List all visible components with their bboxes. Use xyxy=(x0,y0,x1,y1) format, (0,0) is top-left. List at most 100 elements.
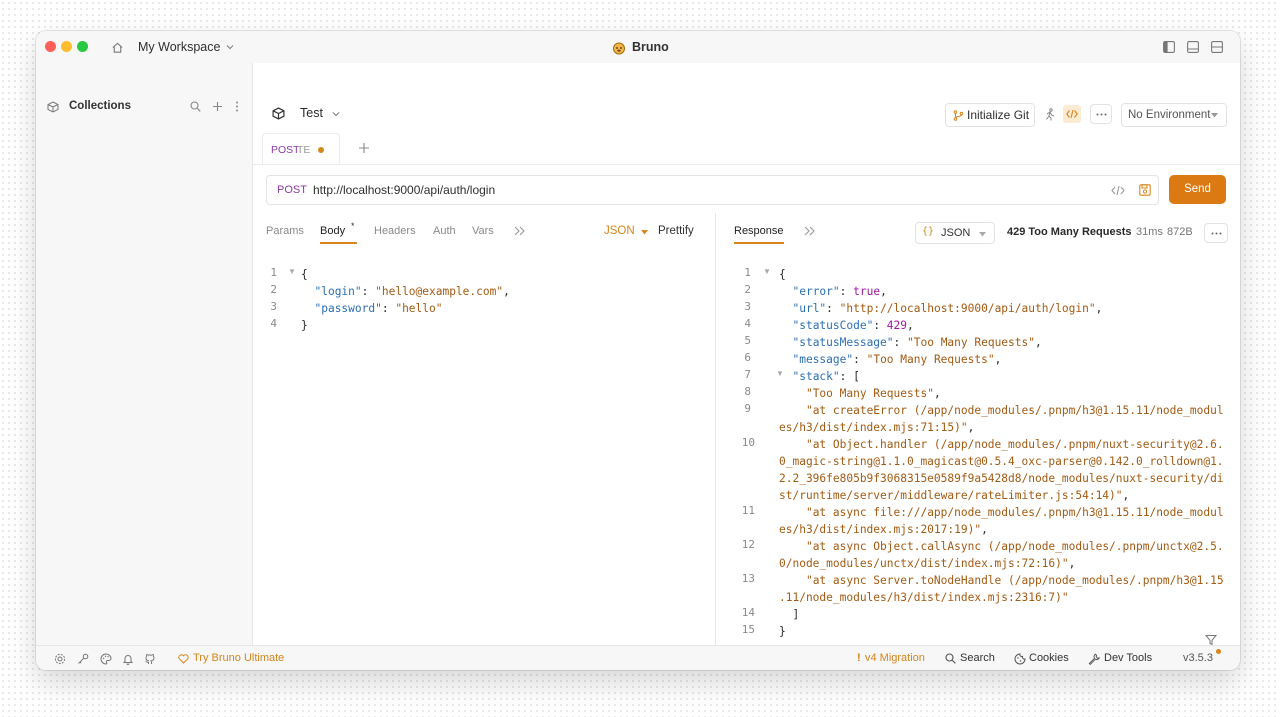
response-size: 872B xyxy=(1167,226,1193,238)
tab-vars[interactable]: Vars xyxy=(472,225,494,237)
search-button[interactable]: Search xyxy=(960,652,995,664)
tab-response[interactable]: Response xyxy=(734,225,784,237)
save-icon[interactable] xyxy=(1138,183,1152,197)
code-line: "error": true, xyxy=(792,285,887,298)
workspace-name[interactable]: My Workspace xyxy=(138,40,220,54)
layout-split-icon[interactable] xyxy=(1210,40,1224,54)
fold-arrow-icon[interactable]: ▼ xyxy=(288,267,296,276)
request-body-editor[interactable]: 1 2 3 4 ▼ { "login": "hello@example.com"… xyxy=(253,266,713,356)
send-label: Send xyxy=(1184,183,1211,195)
environment-select[interactable]: No Environment xyxy=(1121,103,1227,127)
body-modified-indicator: * xyxy=(351,221,355,231)
collections-cube-icon xyxy=(46,100,60,114)
minimize-window-button[interactable] xyxy=(61,41,72,52)
caret-down-icon[interactable] xyxy=(640,228,649,236)
code-line: 2.2_396fe805b9f3068315e0589f9a5428d8/nod… xyxy=(779,472,1224,485)
prettify-button[interactable]: Prettify xyxy=(658,225,694,237)
send-button[interactable]: Send xyxy=(1169,175,1226,204)
code-line: 0/node_modules/unctx/dist/index.mjs:72:1… xyxy=(779,557,1076,570)
collection-name[interactable]: Test xyxy=(300,106,323,120)
key-icon[interactable] xyxy=(76,652,89,665)
cookies-button[interactable]: Cookies xyxy=(1029,652,1069,664)
migration-link[interactable]: v4 Migration xyxy=(865,652,925,664)
code-line: "at async Server.toNodeHandle (/app/node… xyxy=(805,574,1224,587)
palette-icon[interactable] xyxy=(99,652,112,665)
url-bar: POST http://localhost:9000/api/auth/logi… xyxy=(266,175,1159,205)
settings-gear-icon[interactable] xyxy=(53,652,66,665)
response-more-button[interactable] xyxy=(1204,223,1228,243)
tab-headers[interactable]: Headers xyxy=(374,225,416,237)
zoom-window-button[interactable] xyxy=(77,41,88,52)
collection-more-button[interactable] xyxy=(1090,104,1112,124)
chevrons-right-icon[interactable] xyxy=(802,225,816,237)
tab-body[interactable]: Body xyxy=(320,225,345,237)
line-number: 10 xyxy=(741,436,755,449)
line-number: 3 xyxy=(744,300,751,313)
app-title: Bruno xyxy=(632,40,669,54)
new-tab-plus-icon[interactable] xyxy=(356,140,372,156)
caret-down-icon xyxy=(1210,111,1219,119)
request-tab[interactable]: POST TE xyxy=(262,133,340,165)
response-body-viewer[interactable]: 1 2 3 4 5 6 7 8 9 10 11 12 13 14 15 ▼ ▼ … xyxy=(723,266,1233,646)
code-icon xyxy=(1065,108,1079,120)
code-line: "password": "hello" xyxy=(314,302,443,315)
sidebar-title: Collections xyxy=(69,100,131,112)
cookie-icon xyxy=(1013,652,1026,665)
toggle-sidebar-icon[interactable] xyxy=(1162,40,1176,54)
initialize-git-button[interactable]: Initialize Git xyxy=(945,103,1035,127)
close-window-button[interactable] xyxy=(45,41,56,52)
code-line: ] xyxy=(792,608,800,621)
github-icon[interactable] xyxy=(143,652,156,665)
toggle-bottom-panel-icon[interactable] xyxy=(1186,40,1200,54)
code-line: "url": "http://localhost:9000/api/auth/l… xyxy=(792,302,1103,315)
code-line: "message": "Too Many Requests", xyxy=(792,353,1002,366)
code-line: "at async file:///app/node_modules/.pnpm… xyxy=(805,506,1224,519)
active-tab-underline xyxy=(320,242,357,244)
line-number: 13 xyxy=(741,572,755,585)
line-number: 4 xyxy=(744,317,751,330)
code-line: es/h3/dist/index.mjs:2017:19)", xyxy=(779,523,988,536)
code-line: "at Object.handler (/app/node_modules/.p… xyxy=(805,438,1224,451)
chevrons-right-icon[interactable] xyxy=(512,225,526,237)
generate-code-button[interactable] xyxy=(1063,105,1081,123)
more-vertical-icon[interactable] xyxy=(232,100,242,113)
try-ultimate-link[interactable]: Try Bruno Ultimate xyxy=(193,652,284,664)
bell-icon[interactable] xyxy=(121,652,134,665)
unsaved-indicator xyxy=(318,147,324,153)
response-format-label: JSON xyxy=(941,227,971,239)
code-line: .11/node_modules/h3/dist/index.mjs:2316:… xyxy=(779,591,1069,604)
code-line: "stack": [ xyxy=(792,370,860,383)
search-icon xyxy=(944,652,957,665)
add-collection-icon[interactable] xyxy=(211,100,224,113)
app-window: My Workspace Bruno Collections Test Init… xyxy=(36,31,1240,670)
status-bar: Try Bruno Ultimate ! v4 Migration Search… xyxy=(36,645,1240,670)
pane-splitter[interactable] xyxy=(715,213,716,667)
line-number: 9 xyxy=(744,402,751,415)
code-line: "statusMessage": "Too Many Requests", xyxy=(792,336,1042,349)
body-mode-select[interactable]: JSON xyxy=(604,225,635,237)
chevron-down-icon[interactable] xyxy=(330,108,342,120)
request-tab-name: TE xyxy=(297,144,311,156)
tab-params[interactable]: Params xyxy=(266,225,304,237)
runner-icon[interactable] xyxy=(1041,106,1057,122)
home-icon[interactable] xyxy=(110,40,124,54)
dev-tools-button[interactable]: Dev Tools xyxy=(1104,652,1152,664)
response-format-select[interactable]: {} JSON xyxy=(915,222,995,244)
code-line: "Too Many Requests", xyxy=(805,387,941,400)
git-branch-icon xyxy=(952,109,964,121)
line-number: 5 xyxy=(744,334,751,347)
tabs-divider xyxy=(253,164,1240,165)
chevron-down-icon[interactable] xyxy=(224,41,236,53)
request-method[interactable]: POST xyxy=(277,184,307,196)
line-number: 15 xyxy=(741,623,755,636)
url-input[interactable]: http://localhost:9000/api/auth/login xyxy=(313,183,495,197)
line-number: 3 xyxy=(270,300,277,313)
line-number: 8 xyxy=(744,385,751,398)
fold-arrow-icon[interactable]: ▼ xyxy=(763,267,771,276)
environment-label: No Environment xyxy=(1128,109,1211,121)
code-icon[interactable] xyxy=(1110,183,1126,197)
tab-auth[interactable]: Auth xyxy=(433,225,456,237)
collection-cube-icon xyxy=(271,106,285,120)
search-icon[interactable] xyxy=(189,100,202,113)
code-line: "login": "hello@example.com", xyxy=(314,285,510,298)
